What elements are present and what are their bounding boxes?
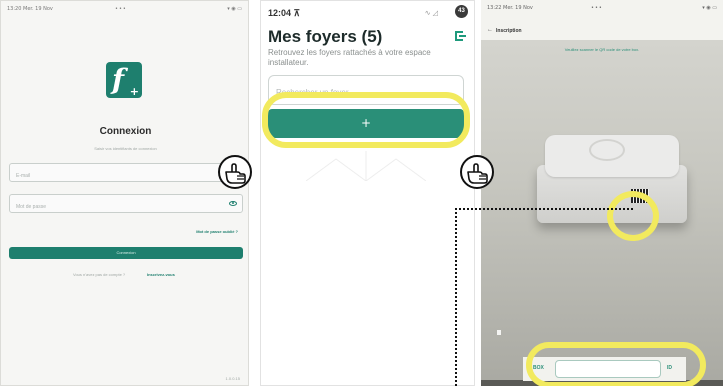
scan-instruction: Veuillez scanner le QR code de votre box… xyxy=(564,47,640,52)
tutorial-composite: 13:20 Mer. 19 Nov ••• ▾ ◉ ▭ f + Connexio… xyxy=(0,0,723,386)
light-reflection xyxy=(497,330,501,335)
page-title: Connexion xyxy=(99,126,152,137)
id-field-highlight xyxy=(526,342,706,386)
logo-letter-icon: f xyxy=(112,63,125,96)
status-dots: ••• xyxy=(591,5,603,11)
status-icons: ▾ ◉ ▭ xyxy=(702,5,717,11)
scanner-screen: 13:22 Mer. 19 Nov ••• ▾ ◉ ▭ ← Inscriptio… xyxy=(481,0,723,386)
version-label: 1.0.0.15 xyxy=(225,376,240,381)
forgot-password-link[interactable]: Mot de passe oublié ? xyxy=(196,229,238,234)
connector-horizontal xyxy=(455,208,633,210)
page-description: Retrouvez les foyers rattachés à votre e… xyxy=(268,48,431,67)
status-time: 12:04 ⊼ xyxy=(268,8,301,18)
email-field[interactable] xyxy=(10,167,242,185)
email-field-wrapper xyxy=(9,163,243,185)
password-field-wrapper xyxy=(9,194,243,216)
status-icons: ▾ ◉ ▭ xyxy=(227,6,242,12)
login-button[interactable]: Connexion xyxy=(9,247,243,259)
app-logo: f + xyxy=(106,62,142,98)
status-time: 13:20 Mer. 19 Nov xyxy=(7,6,53,12)
faded-background-shape xyxy=(306,151,426,181)
pointing-hand-icon-2 xyxy=(460,155,494,189)
add-button-highlight xyxy=(262,92,470,148)
pointing-hand-icon xyxy=(218,155,252,189)
logo-plus-icon: + xyxy=(129,85,139,98)
page-title: Inscription xyxy=(496,28,522,34)
qr-code-highlight xyxy=(607,191,659,241)
box-logo-icon xyxy=(589,139,625,161)
logout-icon[interactable] xyxy=(455,31,466,41)
connector-vertical xyxy=(455,208,457,386)
no-account-text: Vous n'avez pas de compte ? xyxy=(73,272,126,277)
back-arrow-icon[interactable]: ← xyxy=(487,27,493,33)
page-title: Mes foyers (5) xyxy=(268,27,383,46)
status-dots: ••• xyxy=(115,6,127,12)
signup-link[interactable]: Inscrivez-vous xyxy=(147,272,175,277)
login-screen: 13:20 Mer. 19 Nov ••• ▾ ◉ ▭ f + Connexio… xyxy=(0,0,249,386)
status-time: 13:22 Mer. 19 Nov xyxy=(487,5,533,11)
status-icons: ∿ ◿ xyxy=(424,10,438,17)
status-bar: 13:20 Mer. 19 Nov ••• ▾ ◉ ▭ xyxy=(7,6,242,14)
avatar[interactable]: 43 xyxy=(455,5,468,18)
eye-icon[interactable] xyxy=(229,201,237,206)
foyers-screen: 12:04 ⊼ ∿ ◿ 43 Mes foyers (5) Retrouvez … xyxy=(260,0,475,386)
page-subtitle: Saisir vos identifiants de connexion xyxy=(94,146,157,151)
password-field[interactable] xyxy=(10,198,242,216)
